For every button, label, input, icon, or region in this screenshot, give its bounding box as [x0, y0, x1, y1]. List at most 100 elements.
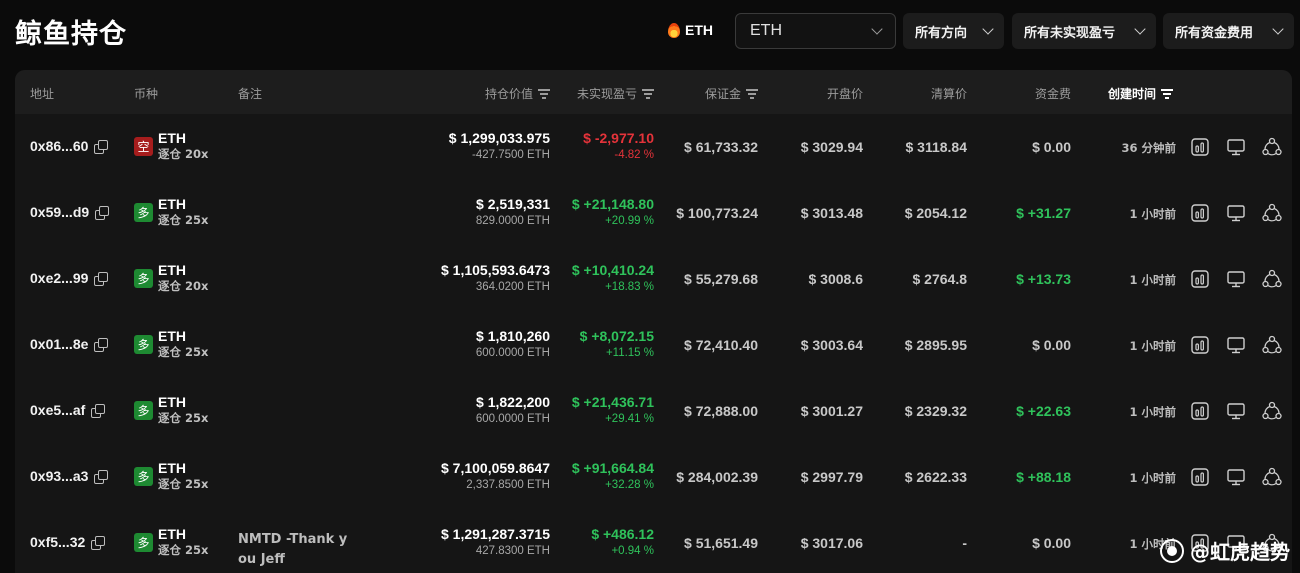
copy-icon[interactable]	[91, 403, 106, 418]
address-cell[interactable]: 0x86...60	[30, 138, 109, 154]
wallet-address[interactable]: 0x01...8e	[30, 336, 88, 352]
pnl-cell: $ +91,664.84 +32.28 %	[572, 460, 654, 494]
address-cell[interactable]: 0x59...d9	[30, 204, 110, 220]
position-value-cell: $ 2,519,331 829.0000 ETH	[476, 196, 550, 230]
address-cell[interactable]: 0xf5...32	[30, 534, 106, 550]
col-coin-label: 币种	[134, 87, 159, 101]
copy-icon[interactable]	[95, 205, 110, 220]
copy-icon[interactable]	[94, 271, 109, 286]
share-icon[interactable]	[1261, 466, 1283, 488]
position-value-cell: $ 1,822,200 600.0000 ETH	[476, 394, 550, 428]
col-funding: 资金费	[1035, 85, 1071, 102]
row-actions	[1189, 466, 1283, 488]
chevron-down-icon	[1272, 23, 1284, 35]
copy-icon[interactable]	[94, 337, 109, 352]
address-cell[interactable]: 0xe2...99	[30, 270, 109, 286]
col-unrealized-pnl[interactable]: 未实现盈亏	[577, 85, 654, 102]
pnl-cell: $ +21,436.71 +29.41 %	[572, 394, 654, 428]
col-note-label: 备注	[238, 87, 263, 101]
bar-chart-icon[interactable]	[1189, 136, 1211, 158]
share-icon[interactable]	[1261, 268, 1283, 290]
bar-chart-icon[interactable]	[1189, 400, 1211, 422]
share-icon[interactable]	[1261, 334, 1283, 356]
position-value: $ 1,810,260	[476, 328, 550, 344]
asset-select[interactable]: ETH	[735, 13, 896, 49]
copy-icon[interactable]	[91, 535, 106, 550]
address-cell[interactable]: 0x01...8e	[30, 336, 109, 352]
col-created[interactable]: 创建时间	[1108, 85, 1174, 102]
margin-value: $ 72,410.40	[684, 337, 758, 353]
monitor-icon[interactable]	[1225, 202, 1247, 224]
funding-filter[interactable]: 所有资金费用	[1163, 13, 1294, 49]
liquidation-price: $ 2054.12	[904, 205, 967, 221]
position-size: -427.7500 ETH	[472, 149, 550, 161]
col-coin: 币种	[134, 85, 158, 102]
table-row[interactable]: 0xe2...99 多 ETH 逐仓 20x $ 1,105,593.6473 364.0…	[15, 246, 1292, 312]
col-margin[interactable]: 保证金	[705, 85, 758, 102]
position-value-cell: $ 1,105,593.6473 364.0200 ETH	[441, 262, 550, 296]
col-position-value-label: 持仓价值	[484, 87, 533, 101]
monitor-icon[interactable]	[1225, 136, 1247, 158]
wallet-address[interactable]: 0x59...d9	[30, 204, 89, 220]
position-value: $ 1,291,287.3715	[441, 526, 550, 542]
table-row[interactable]: 0x01...8e 多 ETH 逐仓 25x $ 1,810,260 600.0000 E…	[15, 312, 1292, 378]
side-badge: 多	[134, 466, 153, 486]
position-size: 600.0000 ETH	[475, 347, 550, 359]
funding-fee: $ +88.18	[1016, 469, 1071, 485]
wallet-address[interactable]: 0xf5...32	[30, 534, 85, 550]
address-cell[interactable]: 0xe5...af	[30, 402, 106, 418]
bar-chart-icon[interactable]	[1189, 268, 1211, 290]
table-row[interactable]: 0x93...a3 多 ETH 逐仓 25x $ 7,100,059.8647 2,337…	[15, 444, 1292, 510]
table-row[interactable]: 0x59...d9 多 ETH 逐仓 25x $ 2,519,331 829.0000 E…	[15, 180, 1292, 246]
entry-price: $ 2997.79	[800, 469, 863, 485]
row-actions	[1189, 136, 1283, 158]
hot-asset[interactable]: ETH	[668, 22, 713, 38]
position-size: 2,337.8500 ETH	[466, 479, 550, 491]
row-actions	[1189, 268, 1283, 290]
wallet-address[interactable]: 0x86...60	[30, 138, 88, 154]
table-row[interactable]: 0xf5...32 多 ETH 逐仓 25x NMTD -Thank you Jeff $…	[15, 510, 1292, 573]
wallet-address[interactable]: 0xe2...99	[30, 270, 88, 286]
asset-select-value: ETH	[750, 22, 782, 39]
chevron-down-icon	[982, 23, 994, 35]
table-row[interactable]: 0x86...60 空 ETH 逐仓 20x $ 1,299,033.975 -427.7…	[15, 114, 1292, 180]
bar-chart-icon[interactable]	[1189, 334, 1211, 356]
monitor-icon[interactable]	[1225, 400, 1247, 422]
direction-filter[interactable]: 所有方向	[903, 13, 1004, 49]
sort-icon	[642, 89, 654, 99]
funding-fee: $ 0.00	[1032, 337, 1071, 353]
unrealized-pnl-percent: +20.99 %	[605, 215, 654, 227]
unrealized-pnl: $ -2,977.10	[583, 130, 654, 146]
chevron-down-icon	[1134, 23, 1146, 35]
unrealized-pnl-percent: +0.94 %	[611, 545, 654, 557]
col-note: 备注	[238, 85, 262, 102]
monitor-icon[interactable]	[1225, 334, 1247, 356]
created-time: 1 小时前	[1129, 207, 1176, 221]
pnl-cell: $ +8,072.15 +11.15 %	[580, 328, 654, 362]
wallet-address[interactable]: 0xe5...af	[30, 402, 85, 418]
bar-chart-icon[interactable]	[1189, 466, 1211, 488]
monitor-icon[interactable]	[1225, 268, 1247, 290]
watermark-text: @虹虎趋势	[1190, 540, 1290, 564]
leverage-label: 逐仓 25x	[158, 543, 209, 557]
share-icon[interactable]	[1261, 400, 1283, 422]
col-position-value[interactable]: 持仓价值	[485, 85, 550, 102]
share-icon[interactable]	[1261, 136, 1283, 158]
funding-fee: $ 0.00	[1032, 535, 1071, 551]
address-cell[interactable]: 0x93...a3	[30, 468, 109, 484]
sort-icon	[1161, 89, 1174, 99]
monitor-icon[interactable]	[1225, 466, 1247, 488]
leverage-label: 逐仓 25x	[158, 477, 209, 491]
share-icon[interactable]	[1261, 202, 1283, 224]
bar-chart-icon[interactable]	[1189, 202, 1211, 224]
pnl-filter[interactable]: 所有未实现盈亏	[1012, 13, 1156, 49]
side-badge: 多	[134, 400, 153, 420]
copy-icon[interactable]	[94, 139, 109, 154]
wallet-address[interactable]: 0x93...a3	[30, 468, 88, 484]
coin-cell: 空 ETH 逐仓 20x	[134, 130, 208, 162]
unrealized-pnl: $ +21,148.80	[571, 196, 654, 212]
liquidation-price: $ 2764.8	[912, 271, 968, 287]
copy-icon[interactable]	[94, 469, 109, 484]
table-row[interactable]: 0xe5...af 多 ETH 逐仓 25x $ 1,822,200 600.0000 E…	[15, 378, 1292, 444]
col-liq-price: 清算价	[931, 85, 967, 102]
